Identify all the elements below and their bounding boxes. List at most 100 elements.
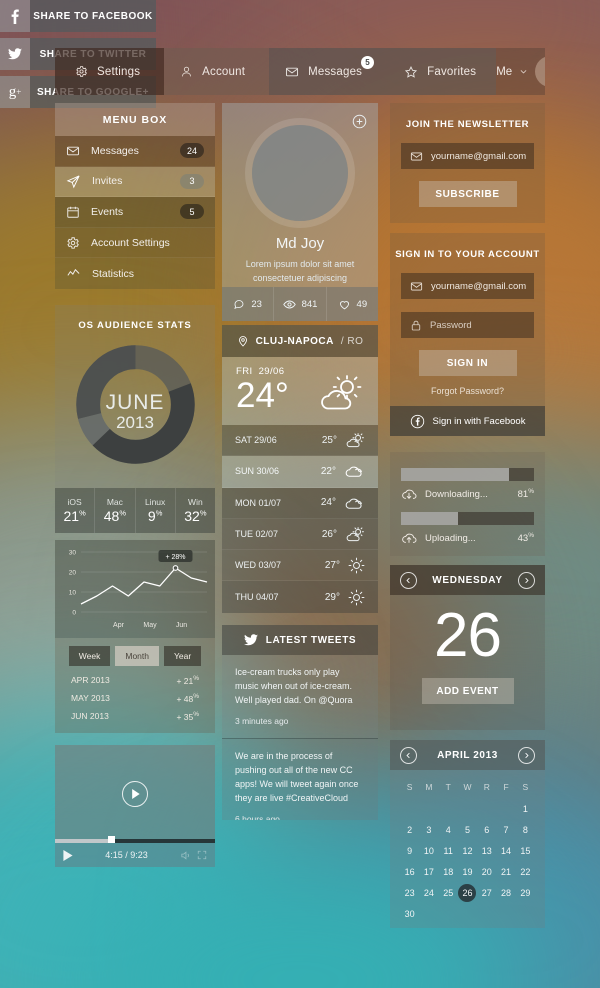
profile-stat-views[interactable]: 841: [274, 287, 327, 321]
calendar-day[interactable]: 7: [496, 821, 515, 839]
stat-row-label: APR 2013: [71, 675, 110, 685]
period-year-button[interactable]: Year: [164, 646, 202, 666]
calendar-day[interactable]: 20: [477, 863, 496, 881]
sidebar-count-badge: 5: [180, 204, 204, 220]
sidebar-item-events[interactable]: Events 5: [55, 197, 215, 228]
forecast-day: TUE 02/07: [235, 529, 279, 540]
calendar-day[interactable]: 17: [419, 863, 438, 881]
nav-item-messages[interactable]: Messages 5: [269, 48, 389, 95]
add-follow-button[interactable]: [352, 114, 367, 129]
calendar-day[interactable]: 29: [516, 884, 535, 902]
signin-panel: SIGN IN TO YOUR ACCOUNT yourname@gmail.c…: [390, 233, 545, 436]
calendar-day[interactable]: 8: [516, 821, 535, 839]
os-legend-item: Linux 9%: [135, 488, 176, 533]
sidebar-item-messages[interactable]: Messages 24: [55, 136, 215, 167]
chart-line-icon: [66, 266, 81, 281]
calendar-day[interactable]: 15: [516, 842, 535, 860]
next-day-button[interactable]: [517, 571, 535, 589]
tweet-item[interactable]: We are in the process of pushing out all…: [222, 738, 378, 820]
calendar-day[interactable]: 16: [400, 863, 419, 881]
nav-user-menu[interactable]: Me: [496, 48, 545, 95]
calendar-day[interactable]: 13: [477, 842, 496, 860]
calendar-day[interactable]: 24: [419, 884, 438, 902]
tweet-item[interactable]: Ice-cream trucks only play music when ou…: [222, 655, 378, 739]
weather-today: FRI 29/06 24°: [222, 357, 378, 425]
forgot-password-link[interactable]: Forgot Password?: [390, 386, 545, 396]
calendar-day[interactable]: 11: [439, 842, 458, 860]
sidebar-item-statistics[interactable]: Statistics: [55, 258, 215, 289]
calendar-day[interactable]: 21: [496, 863, 515, 881]
weather-forecast-row[interactable]: MON 01/07 24°: [222, 487, 378, 519]
next-month-button[interactable]: [518, 746, 535, 764]
previous-day-button[interactable]: [400, 571, 417, 589]
signin-facebook-button[interactable]: Sign in with Facebook: [390, 406, 545, 436]
calendar-day[interactable]: 18: [439, 863, 458, 881]
previous-month-button[interactable]: [400, 746, 417, 764]
download-progress-fill: [401, 468, 509, 481]
weather-forecast-row[interactable]: TUE 02/07 26°: [222, 518, 378, 551]
play-icon: [131, 789, 140, 799]
fullscreen-icon[interactable]: [197, 850, 207, 860]
play-overlay-button[interactable]: [122, 781, 148, 807]
forecast-temp: 29°: [324, 591, 340, 603]
calendar-day[interactable]: 6: [477, 821, 496, 839]
calendar-day[interactable]: 22: [516, 863, 535, 881]
share-facebook-label: SHARE TO FACEBOOK: [30, 0, 156, 32]
sidebar-item-account-settings[interactable]: Account Settings: [55, 227, 215, 259]
calendar-dow-label: S: [406, 782, 413, 792]
calendar-day[interactable]: 27: [477, 884, 496, 902]
calendar-day[interactable]: 3: [419, 821, 438, 839]
forecast-day: THU 04/07: [235, 592, 279, 603]
player-progress-track[interactable]: [55, 839, 215, 843]
signin-email-input[interactable]: yourname@gmail.com: [401, 273, 534, 299]
calendar-day[interactable]: 23: [400, 884, 419, 902]
profile-avatar[interactable]: [252, 125, 348, 221]
calendar-day[interactable]: 2: [400, 821, 419, 839]
signin-button[interactable]: SIGN IN: [418, 350, 517, 376]
weather-forecast-row[interactable]: THU 04/07 29°: [222, 581, 378, 613]
newsletter-email-input[interactable]: yourname@gmail.com: [401, 143, 534, 169]
weather-forecast-row[interactable]: SUN 30/06 22°: [222, 456, 378, 488]
play-icon[interactable]: [63, 849, 73, 861]
calendar-day[interactable]: 26: [458, 884, 477, 902]
calendar-day[interactable]: 5: [458, 821, 477, 839]
calendar-day[interactable]: 12: [458, 842, 477, 860]
calendar-day[interactable]: 28: [496, 884, 515, 902]
nav-item-settings[interactable]: Settings: [55, 48, 165, 95]
nav-label-messages: Messages: [308, 65, 363, 78]
nav-item-account[interactable]: Account: [164, 48, 270, 95]
profile-name: Md Joy: [275, 235, 325, 252]
share-facebook-button[interactable]: SHARE TO FACEBOOK: [0, 0, 156, 32]
add-event-button[interactable]: ADD EVENT: [421, 678, 514, 704]
profile-stat-comments[interactable]: 23: [222, 287, 275, 321]
calendar-day[interactable]: 25: [439, 884, 458, 902]
period-month-button[interactable]: Month: [115, 646, 159, 666]
period-week-button[interactable]: Week: [68, 646, 111, 666]
player-progress-handle[interactable]: [107, 836, 115, 843]
avatar[interactable]: [535, 56, 545, 87]
volume-icon[interactable]: [180, 850, 191, 861]
weather-forecast-row[interactable]: WED 03/07 27°: [222, 550, 378, 582]
calendar-day[interactable]: 4: [439, 821, 458, 839]
calendar-day[interactable]: 1: [516, 800, 535, 818]
calendar-day[interactable]: 14: [496, 842, 515, 860]
upload-percent: 43%: [517, 532, 534, 545]
signin-password-input[interactable]: Password: [401, 312, 534, 338]
user-icon: [180, 65, 193, 78]
sidebar-count-badge: 3: [180, 173, 204, 189]
sidebar-item-invites[interactable]: Invites 3: [55, 166, 215, 198]
calendar-day[interactable]: 19: [458, 863, 477, 881]
subscribe-button[interactable]: SUBSCRIBE: [418, 181, 517, 207]
profile-stat-likes[interactable]: 49: [326, 287, 378, 321]
calendar-day[interactable]: 9: [400, 842, 419, 860]
facebook-icon: [0, 0, 30, 32]
svg-text:0: 0: [72, 610, 76, 617]
menu-box-title: MENU BOX: [55, 103, 215, 136]
weather-panel: CLUJ-NAPOCA / RO FRI 29/06 24° SAT 29/06…: [222, 325, 378, 613]
player-screen[interactable]: [55, 745, 215, 843]
calendar-day[interactable]: 10: [419, 842, 438, 860]
calendar-day[interactable]: 30: [400, 905, 419, 923]
weather-forecast-row[interactable]: SAT 29/06 25°: [222, 425, 378, 457]
nav-item-favorites[interactable]: Favorites: [388, 48, 497, 95]
os-legend-value: 21%: [63, 508, 86, 524]
